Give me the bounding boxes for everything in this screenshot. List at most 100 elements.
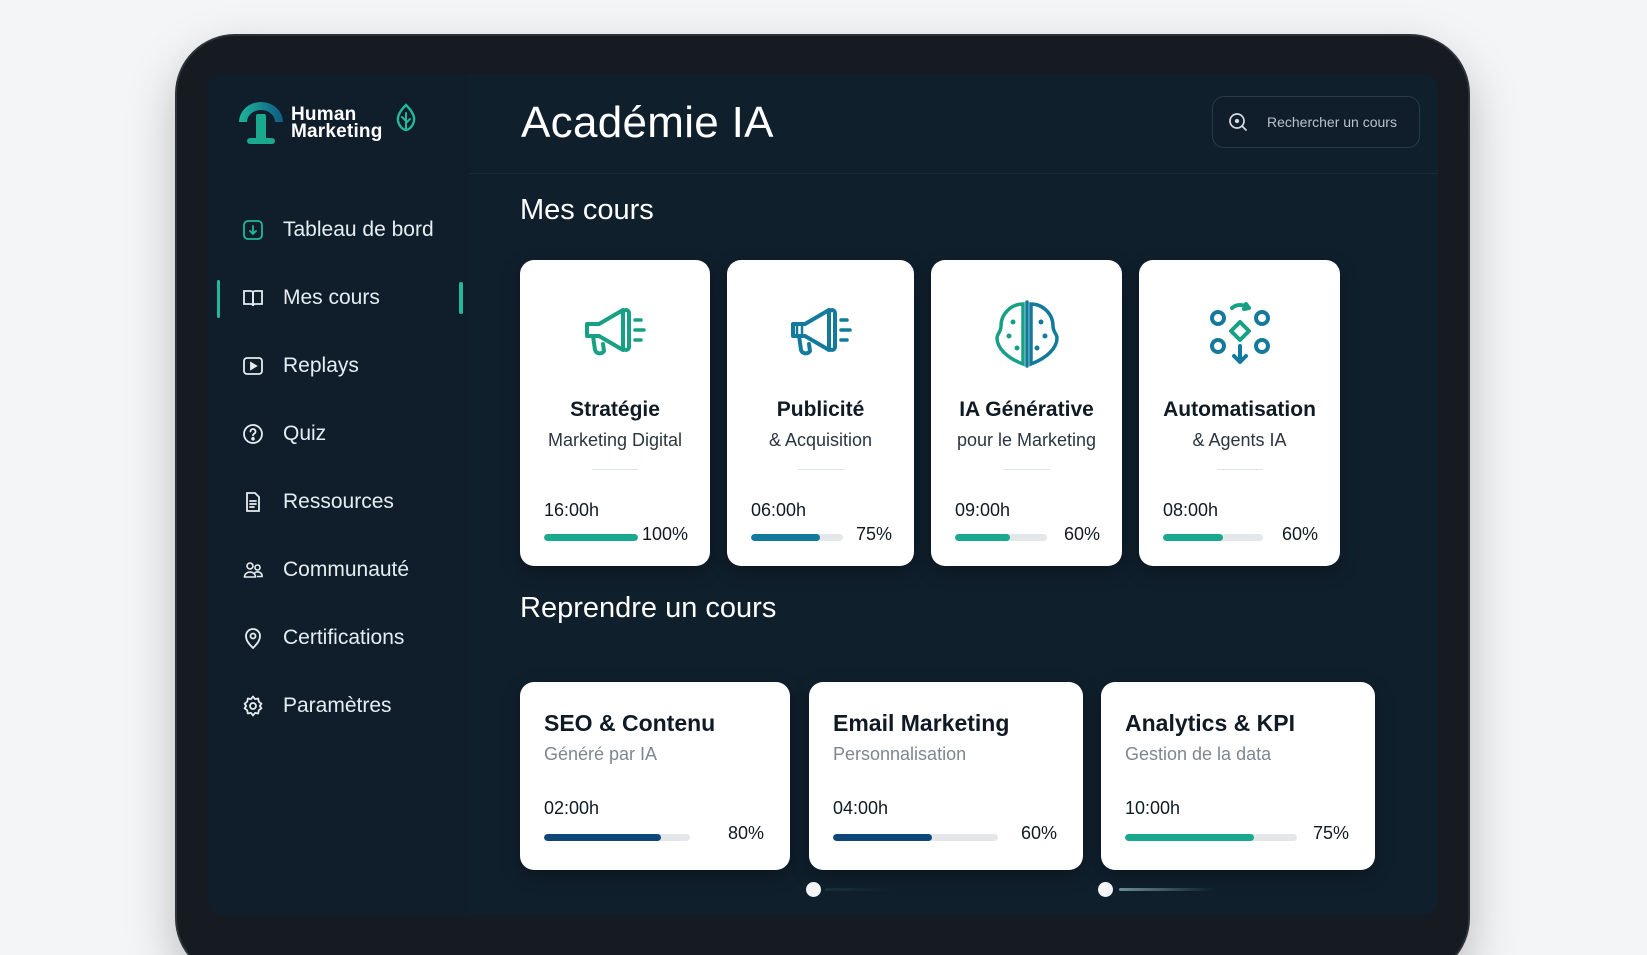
progress-fill: [833, 834, 932, 841]
sidebar-item-replays[interactable]: Replays: [207, 332, 469, 400]
course-card-publicite[interactable]: Publicité & Acquisition 06:00h 75%: [727, 260, 914, 566]
resume-subtitle: Personnalisation: [833, 744, 967, 764]
page-title: Académie IA: [521, 98, 774, 147]
sidebar-item-quiz[interactable]: Quiz: [207, 400, 469, 468]
divider: [1003, 469, 1050, 470]
course-card-automatisation[interactable]: Automatisation & Agents IA 08:00h 60%: [1139, 260, 1340, 566]
sidebar-item-label: Ressources: [283, 490, 394, 513]
active-indicator-right: [459, 282, 463, 314]
course-card-strategie[interactable]: Stratégie Marketing Digital 16:00h 100%: [520, 260, 710, 566]
section-title-courses: Mes cours: [520, 194, 654, 226]
sidebar-item-tableau-de-bord[interactable]: Tableau de bord: [207, 196, 469, 264]
carousel-track: [1119, 888, 1214, 891]
megaphone-icon: [585, 308, 646, 356]
progress-bar: [1125, 834, 1297, 841]
resume-duration: 02:00h: [544, 798, 600, 818]
progress-percent: 75%: [1312, 823, 1349, 843]
course-subtitle: pour le Marketing: [956, 430, 1097, 450]
sidebar-item-label: Tableau de bord: [283, 218, 434, 241]
progress-fill: [1163, 534, 1223, 541]
sidebar-item-label: Replays: [283, 354, 359, 377]
course-subtitle: Marketing Digital: [547, 430, 683, 450]
progress-fill: [544, 534, 638, 541]
progress-percent: 60%: [1063, 524, 1100, 544]
page-background: Human Marketing Tableau de bord Mes cour…: [0, 0, 1647, 955]
sidebar-item-ressources[interactable]: Ressources: [207, 468, 469, 536]
course-duration: 09:00h: [955, 500, 1011, 520]
course-title: Stratégie: [570, 398, 660, 421]
progress-bar: [1163, 534, 1263, 541]
resume-duration: 10:00h: [1125, 798, 1181, 818]
progress-fill: [751, 534, 820, 541]
logo-mark-icon: [239, 102, 283, 144]
progress-bar: [751, 534, 843, 541]
progress-fill: [955, 534, 1011, 541]
sidebar-nav: Tableau de bord Mes cours Replays Quiz R…: [207, 196, 469, 740]
search-input[interactable]: [1267, 114, 1407, 130]
resume-card-email[interactable]: Email Marketing Personnalisation 04:00h …: [809, 682, 1083, 870]
brand-line-2: Marketing: [291, 121, 383, 142]
brand-logo[interactable]: Human Marketing: [235, 100, 419, 146]
search-box[interactable]: [1212, 96, 1420, 148]
sidebar-item-label: Communauté: [283, 558, 410, 581]
course-title: Publicité: [776, 398, 865, 421]
resume-title: SEO & Contenu: [544, 710, 716, 736]
active-indicator-left: [217, 280, 220, 318]
course-subtitle: & Agents IA: [1192, 430, 1287, 450]
divider: [797, 469, 844, 470]
sidebar-item-mes-cours[interactable]: Mes cours: [207, 264, 469, 332]
sidebar-item-label: Paramètres: [283, 694, 392, 717]
progress-fill: [544, 834, 661, 841]
resume-card-seo[interactable]: SEO & Contenu Généré par IA 02:00h 80%: [520, 682, 790, 870]
sidebar-item-certifications[interactable]: Certifications: [207, 604, 469, 672]
course-title: IA Générative: [959, 398, 1094, 421]
brain-icon: [994, 300, 1059, 368]
question-icon: [243, 424, 263, 444]
progress-percent: 80%: [727, 823, 764, 843]
progress-bar: [955, 534, 1047, 541]
leaf-icon: [396, 103, 415, 132]
resume-card-analytics[interactable]: Analytics & KPI Gestion de la data 10:00…: [1101, 682, 1375, 870]
main-content: Académie IA Mes cours Stratégie Marketi: [469, 74, 1438, 915]
course-title: Automatisation: [1163, 398, 1316, 421]
top-bar: Académie IA: [469, 74, 1438, 174]
sidebar: Human Marketing Tableau de bord Mes cour…: [207, 74, 469, 915]
carousel-dot[interactable]: [806, 882, 821, 897]
progress-bar: [544, 834, 690, 841]
course-duration: 08:00h: [1163, 500, 1219, 520]
megaphone-icon: [790, 308, 852, 356]
progress-bar: [833, 834, 998, 841]
dashboard-icon: [243, 220, 263, 240]
divider: [1216, 469, 1263, 470]
course-subtitle: & Acquisition: [768, 430, 873, 450]
resume-title: Email Marketing: [833, 710, 1010, 736]
badge-icon: [245, 628, 261, 650]
sidebar-item-label: Certifications: [283, 626, 405, 649]
book-icon: [243, 290, 263, 307]
sidebar-item-parametres[interactable]: Paramètres: [207, 672, 469, 740]
search-icon: [1229, 113, 1247, 131]
brand-name: Human Marketing: [291, 105, 383, 142]
play-icon: [243, 357, 263, 375]
resume-duration: 04:00h: [833, 798, 889, 818]
sidebar-item-label: Quiz: [283, 422, 327, 445]
resume-subtitle: Généré par IA: [544, 744, 658, 764]
section-title-resume: Reprendre un cours: [520, 592, 777, 624]
automation-icon: [1209, 302, 1270, 364]
sidebar-item-communaute[interactable]: Communauté: [207, 536, 469, 604]
progress-percent: 75%: [855, 524, 892, 544]
resume-title: Analytics & KPI: [1125, 710, 1295, 736]
divider: [592, 469, 638, 470]
resume-subtitle: Gestion de la data: [1125, 744, 1272, 764]
settings-icon: [243, 695, 263, 717]
app-screen: Human Marketing Tableau de bord Mes cour…: [207, 74, 1438, 915]
sidebar-item-label: Mes cours: [283, 286, 380, 309]
community-icon: [243, 562, 263, 578]
carousel-dot[interactable]: [1098, 882, 1113, 897]
progress-percent: 60%: [1281, 524, 1318, 544]
progress-percent: 60%: [1020, 823, 1057, 843]
progress-bar: [544, 534, 638, 541]
progress-percent: 100%: [641, 524, 688, 544]
carousel-track: [825, 888, 895, 891]
course-card-ia-generative[interactable]: IA Générative pour le Marketing 09:00h 6…: [931, 260, 1122, 566]
